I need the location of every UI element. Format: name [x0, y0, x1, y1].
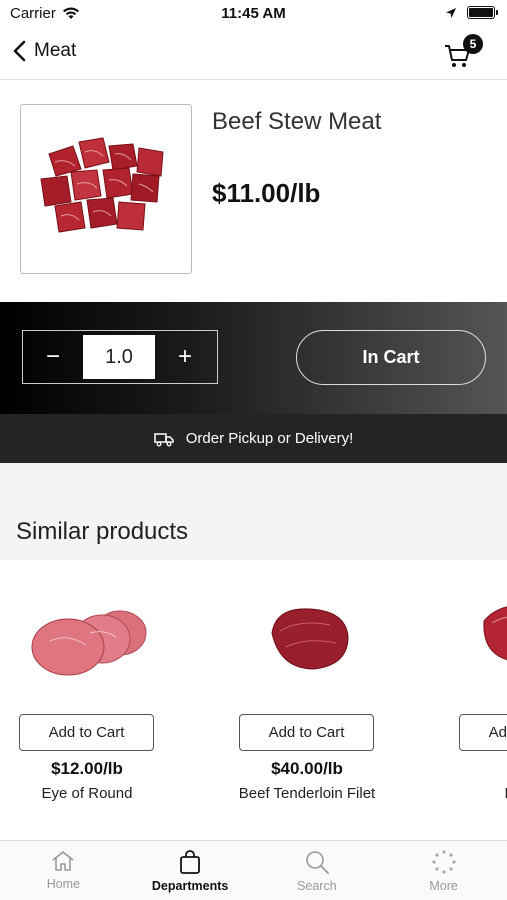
status-bar: Carrier 11:45 AM — [0, 0, 507, 28]
product-card-image — [440, 572, 507, 700]
tab-bar: Home Departments Search More — [0, 840, 507, 900]
beef-steak-image — [483, 606, 507, 661]
beef-cubes-image — [40, 137, 164, 233]
similar-products-list[interactable]: Add to Cart $12.00/lb Eye of Round Add t… — [0, 560, 507, 840]
product-price: $11.00/lb — [212, 178, 321, 208]
product-card-price: $1 — [440, 759, 507, 779]
delivery-truck-icon — [153, 432, 174, 446]
search-icon — [306, 851, 329, 874]
decrement-button[interactable]: − — [23, 331, 83, 383]
tab-home[interactable]: Home — [0, 841, 127, 900]
tab-more-label: More — [429, 879, 458, 893]
back-label: Meat — [34, 40, 77, 61]
add-to-cart-button[interactable]: Add to Cart — [19, 714, 154, 751]
tab-departments-label: Departments — [151, 879, 229, 893]
tab-search[interactable]: Search — [254, 841, 381, 900]
product-card-price: $40.00/lb — [271, 759, 343, 778]
bag-icon — [180, 850, 201, 874]
similar-products-title: Similar products — [16, 518, 189, 545]
product-image — [20, 104, 192, 274]
product-detail: Beef Stew Meat $11.00/lb — [0, 80, 507, 302]
pickup-banner[interactable]: Order Pickup or Delivery! — [0, 414, 507, 463]
quantity-input[interactable] — [83, 335, 155, 379]
location-arrow-icon — [446, 7, 456, 18]
product-card[interactable]: Add to Cart $1 Beef S — [440, 560, 507, 820]
in-cart-button[interactable]: In Cart — [296, 330, 486, 385]
tab-departments[interactable]: Departments — [127, 841, 254, 900]
product-card-image — [220, 572, 400, 700]
cart-button[interactable]: 5 — [443, 34, 483, 70]
product-card[interactable]: Add to Cart $12.00/lb Eye of Round — [0, 560, 180, 820]
cart-count-badge: 5 — [463, 34, 483, 54]
product-card-image — [0, 572, 180, 700]
tab-more[interactable]: More — [380, 841, 507, 900]
product-card[interactable]: Add to Cart $40.00/lb Beef Tenderloin Fi… — [220, 560, 400, 820]
add-to-cart-button[interactable]: Add to Cart — [239, 714, 374, 751]
product-name: Beef Stew Meat — [212, 108, 382, 135]
product-card-name[interactable]: Beef S — [440, 785, 507, 802]
product-card-name[interactable]: Eye of Round — [0, 785, 174, 802]
eye-of-round-image — [31, 610, 147, 676]
back-button[interactable]: Meat — [12, 40, 76, 62]
quantity-stepper: − + — [22, 330, 218, 384]
home-icon — [52, 851, 74, 871]
tenderloin-filet-image — [271, 608, 349, 670]
product-card-name[interactable]: Beef Tenderloin Filet — [220, 785, 394, 802]
pickup-text: Order Pickup or Delivery! — [185, 430, 354, 447]
more-icon — [432, 850, 456, 874]
battery-icon — [467, 6, 498, 19]
product-card-price: $12.00/lb — [51, 759, 123, 778]
chevron-left-icon — [13, 40, 26, 62]
nav-bar: Meat 5 — [0, 28, 507, 80]
increment-button[interactable]: + — [155, 331, 215, 383]
tab-home-label: Home — [46, 877, 81, 891]
clock: 11:45 AM — [221, 5, 286, 22]
add-to-cart-button[interactable]: Add to Cart — [459, 714, 507, 751]
tab-search-label: Search — [297, 879, 337, 893]
quantity-band: − + In Cart — [0, 302, 507, 414]
